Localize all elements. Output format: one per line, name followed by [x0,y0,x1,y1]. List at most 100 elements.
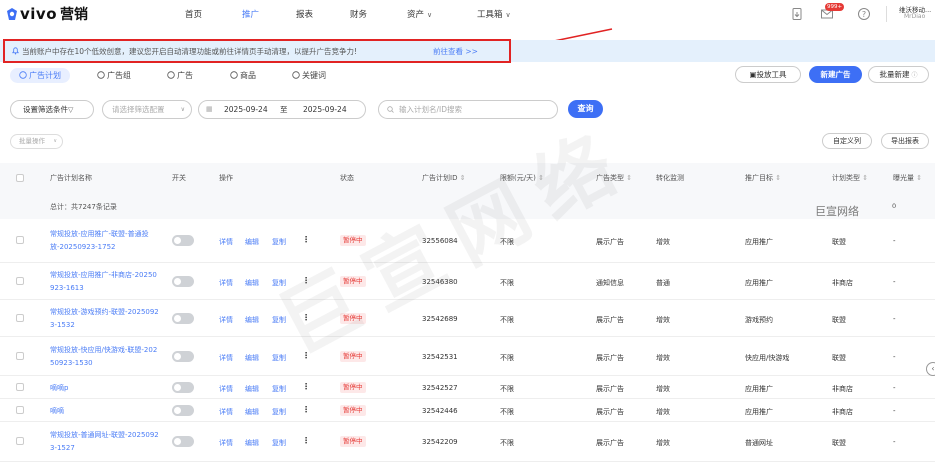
details-link[interactable]: 详情 [219,384,233,394]
download-icon[interactable] [790,7,804,21]
switch-toggle[interactable] [172,436,194,447]
copy-link[interactable]: 复制 [272,438,286,448]
table-row: 常规投放-快应用/快游戏-联盟-202 50923-1530 详情 编辑 复制 ⋮ 暂停中 3… [0,337,935,376]
tab-campaign[interactable]: 广告计划 [10,68,70,83]
nav-assets-label: 资产 [407,10,425,20]
campaign-name-line: 常规投放-应用推广-联盟-普通投 [50,230,149,238]
row-checkbox[interactable] [16,383,24,391]
chevron-down-icon: ∨ [505,11,511,19]
calendar-icon: ▦ [206,105,213,113]
highlight-box [3,39,511,63]
edit-link[interactable]: 编辑 [245,384,259,394]
col-plantype[interactable]: 计划类型 ⇕ [832,173,868,183]
help-icon[interactable]: ? [857,7,871,21]
campaign-name-link[interactable]: 常规投放-普通网址-联盟-2025092 3-1527 [50,429,159,455]
copy-link[interactable]: 复制 [272,407,286,417]
set-filter-condition[interactable]: 设置筛选条件▽ [10,100,94,119]
details-link[interactable]: 详情 [219,353,233,363]
campaign-name-line: 常规投放-普通网址-联盟-2025092 [50,431,159,439]
custom-columns-button[interactable]: 自定义列 [822,133,872,149]
tab-keyword[interactable]: 关键词 [292,68,326,83]
col-conversion: 转化监测 [656,174,684,182]
col-exposure[interactable]: 曝光量 ⇕ [893,173,922,183]
row-checkbox[interactable] [16,437,24,445]
search-input[interactable]: 输入计划名/ID搜索 [378,100,558,119]
search-placeholder: 输入计划名/ID搜索 [399,105,463,114]
select-all-checkbox[interactable] [16,174,24,182]
vivo-logo[interactable]: vivo 营销 [6,5,88,23]
details-link[interactable]: 详情 [219,438,233,448]
campaign-name-link[interactable]: 常规投放-快应用/快游戏-联盟-202 50923-1530 [50,344,157,370]
row-checkbox[interactable] [16,314,24,322]
batch-new-button[interactable]: 批量新建 ⓘ [868,66,929,83]
edit-link[interactable]: 编辑 [245,438,259,448]
more-icon[interactable]: ⋮ [302,436,310,445]
campaign-name-link[interactable]: 嘀嘀p [50,382,68,395]
details-link[interactable]: 详情 [219,315,233,325]
nav-finance[interactable]: 财务 [350,8,367,20]
campaign-name-link[interactable]: 嘀嘀 [50,405,64,418]
table-row: 常规投放-游戏预约-联盟-2025092 3-1532 详情 编辑 复制 ⋮ 暂停中 3254… [0,300,935,337]
more-icon[interactable]: ⋮ [302,382,310,391]
collapse-arrow-icon[interactable]: ‹ [926,362,935,376]
status-badge: 暂停中 [340,382,366,393]
col-status: 状态 [340,174,354,182]
campaign-name-link[interactable]: 常规投放-应用推广-联盟-普通投 放-20250923-1752 [50,228,149,254]
nav-promotion[interactable]: 推广 [242,8,259,20]
copy-link[interactable]: 复制 [272,353,286,363]
row-checkbox[interactable] [16,352,24,360]
tab-ad[interactable]: 广告 [167,68,193,83]
col-operation: 操作 [219,174,233,182]
daily-limit: 不限 [500,408,514,416]
switch-toggle[interactable] [172,313,194,324]
batch-operation-select[interactable]: 批量操作 ∨ [10,134,63,149]
more-icon[interactable]: ⋮ [302,235,310,244]
copy-link[interactable]: 复制 [272,384,286,394]
row-checkbox[interactable] [16,236,24,244]
campaign-id: 32542531 [422,353,458,361]
campaign-name-line: 3-1532 [50,321,75,329]
switch-toggle[interactable] [172,235,194,246]
col-target-label: 推广目标 [745,174,773,182]
nav-toolbox[interactable]: 工具箱 ∨ [477,8,511,20]
export-report-button[interactable]: 导出报表 [881,133,929,149]
campaign-name-link[interactable]: 常规投放-应用推广-非商店-20250 923-1613 [50,269,157,295]
col-target[interactable]: 推广目标 ⇕ [745,173,781,183]
details-link[interactable]: 详情 [219,407,233,417]
nav-reports[interactable]: 报表 [296,8,313,20]
col-plantype-label: 计划类型 [832,174,860,182]
plan-type: 联盟 [832,354,846,362]
tab-product[interactable]: 商品 [230,68,256,83]
exposure-value: - [893,315,896,323]
batch-new-label: 批量新建 [879,70,910,79]
details-link[interactable]: 详情 [219,237,233,247]
row-checkbox[interactable] [16,277,24,285]
filter-icon: ▽ [68,106,74,114]
watermark-small: 巨宣网络 [815,205,859,218]
table-row: 嘀嘀p 详情 编辑 复制 ⋮ 暂停中 32542527 不限 展示广告 增效 应用推广 非商店 - [0,376,935,399]
nav-assets[interactable]: 资产 ∨ [407,8,432,20]
edit-link[interactable]: 编辑 [245,407,259,417]
details-link[interactable]: 详情 [219,278,233,288]
nav-home[interactable]: 首页 [185,8,202,20]
new-ad-button[interactable]: 新建广告 [809,66,862,83]
conversion-monitor: 增效 [656,408,670,416]
more-icon[interactable]: ⋮ [302,405,310,414]
edit-link[interactable]: 编辑 [245,315,259,325]
copy-link[interactable]: 复制 [272,237,286,247]
tab-adgroup[interactable]: 广告组 [97,68,131,83]
campaign-name-link[interactable]: 常规投放-游戏预约-联盟-2025092 3-1532 [50,306,159,332]
edit-link[interactable]: 编辑 [245,353,259,363]
divider [886,6,887,22]
switch-toggle[interactable] [172,276,194,287]
switch-toggle[interactable] [172,405,194,416]
delivery-tools-button[interactable]: ▣投放工具 [735,66,801,83]
filter-config-select[interactable]: 请选择筛选配置 ∨ [102,100,192,119]
edit-link[interactable]: 编辑 [245,237,259,247]
switch-toggle[interactable] [172,382,194,393]
filter-config-placeholder: 请选择筛选配置 [112,105,165,114]
switch-toggle[interactable] [172,351,194,362]
date-range-picker[interactable]: ▦ 2025-09-24 至 2025-09-24 [198,100,366,119]
search-icon [387,106,394,113]
row-checkbox[interactable] [16,406,24,414]
